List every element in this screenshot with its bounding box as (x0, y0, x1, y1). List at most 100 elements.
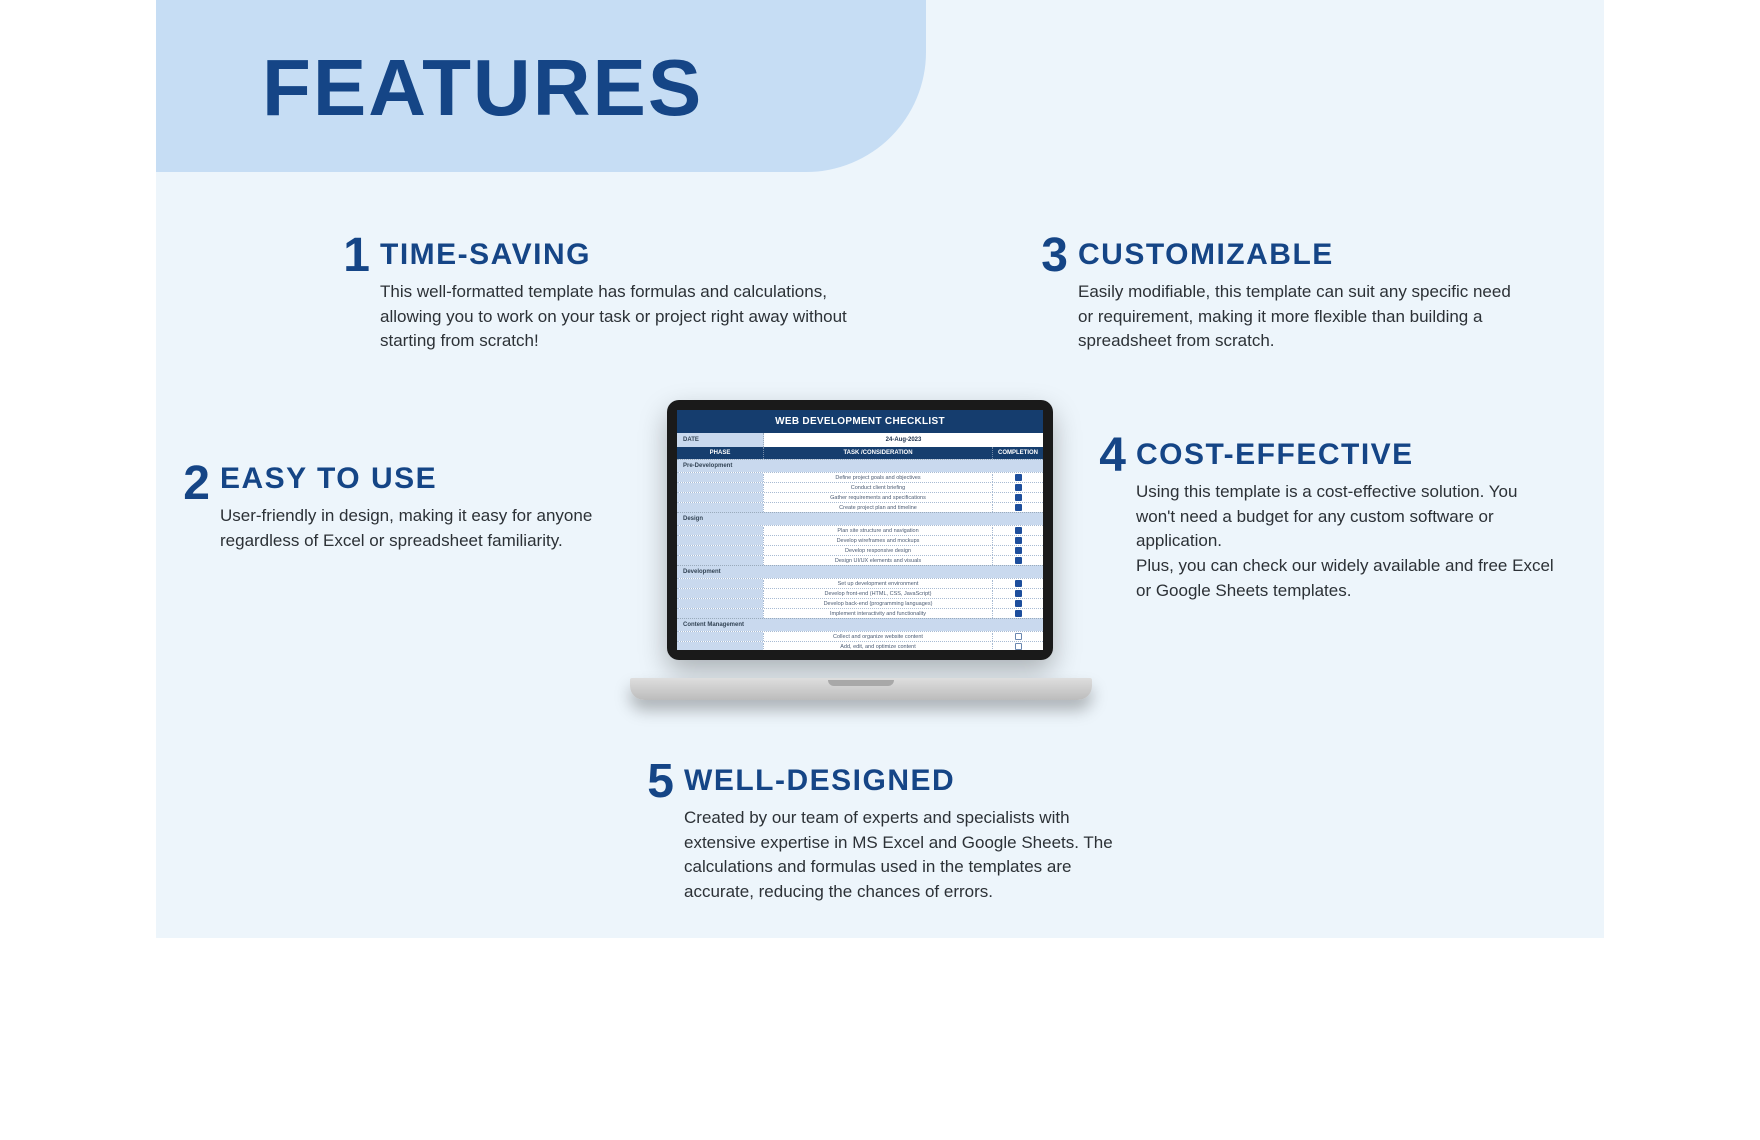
checkbox-icon (1015, 600, 1022, 607)
feature-description: User-friendly in design, making it easy … (220, 504, 620, 553)
feature-title: WELL-DESIGNED (684, 766, 1124, 796)
feature-time-saving: 1 TIME-SAVING This well-formatted templa… (330, 232, 862, 354)
feature-title: EASY TO USE (220, 464, 620, 494)
feature-description: Using this template is a cost-effective … (1136, 480, 1556, 603)
sheet-completion-cell (993, 504, 1043, 511)
sheet-task-cell: Develop responsive design (763, 547, 993, 555)
header-ribbon: FEATURES (156, 0, 926, 172)
sheet-phase-row: Design (677, 512, 1043, 525)
feature-number: 3 (1028, 232, 1068, 280)
sheet-task-row: Add, edit, and optimize content (677, 641, 1043, 650)
sheet-phase-spacer (677, 546, 763, 555)
sheet-completion-cell (993, 484, 1043, 491)
sheet-completion-cell (993, 600, 1043, 607)
laptop-mockup: WEB DEVELOPMENT CHECKLIST DATE 24-Aug-20… (630, 400, 1092, 700)
sheet-phase-row: Content Management (677, 618, 1043, 631)
sheet-task-cell: Collect and organize website content (763, 633, 993, 641)
sheet-phase-spacer (677, 599, 763, 608)
checkbox-icon (1015, 633, 1022, 640)
sheet-task-cell: Set up development environment (763, 580, 993, 588)
checkbox-icon (1015, 504, 1022, 511)
sheet-task-row: Design UI/UX elements and visuals (677, 555, 1043, 565)
sheet-task-cell: Design UI/UX elements and visuals (763, 557, 993, 565)
checkbox-icon (1015, 537, 1022, 544)
col-header-phase: PHASE (677, 447, 763, 459)
feature-number: 1 (330, 232, 370, 280)
sheet-completion-cell (993, 580, 1043, 587)
sheet-completion-cell (993, 547, 1043, 554)
spreadsheet-preview: WEB DEVELOPMENT CHECKLIST DATE 24-Aug-20… (677, 410, 1043, 650)
sheet-task-cell: Develop back-end (programming languages) (763, 600, 993, 608)
laptop-screen-frame: WEB DEVELOPMENT CHECKLIST DATE 24-Aug-20… (667, 400, 1053, 660)
feature-customizable: 3 CUSTOMIZABLE Easily modifiable, this t… (1028, 232, 1518, 354)
sheet-task-row: Set up development environment (677, 578, 1043, 588)
sheet-date-row: DATE 24-Aug-2023 (677, 433, 1043, 447)
sheet-task-cell: Define project goals and objectives (763, 474, 993, 482)
checkbox-icon (1015, 474, 1022, 481)
feature-number: 4 (1086, 432, 1126, 480)
sheet-completion-cell (993, 494, 1043, 501)
sheet-task-row: Collect and organize website content (677, 631, 1043, 641)
checkbox-icon (1015, 590, 1022, 597)
sheet-task-cell: Develop front-end (HTML, CSS, JavaScript… (763, 590, 993, 598)
sheet-phase-spacer (677, 589, 763, 598)
feature-number: 2 (170, 460, 210, 508)
sheet-completion-cell (993, 527, 1043, 534)
feature-title: COST-EFFECTIVE (1136, 440, 1556, 470)
feature-description: Easily modifiable, this template can sui… (1078, 280, 1518, 354)
laptop-notch (828, 680, 894, 686)
sheet-task-row: Plan site structure and navigation (677, 525, 1043, 535)
checkbox-icon (1015, 527, 1022, 534)
sheet-date-label: DATE (677, 433, 764, 447)
checkbox-icon (1015, 610, 1022, 617)
sheet-task-cell: Develop wireframes and mockups (763, 537, 993, 545)
sheet-task-row: Define project goals and objectives (677, 472, 1043, 482)
feature-cost-effective: 4 COST-EFFECTIVE Using this template is … (1086, 432, 1556, 603)
sheet-task-cell: Gather requirements and specifications (763, 494, 993, 502)
sheet-phase-spacer (677, 609, 763, 618)
checkbox-icon (1015, 580, 1022, 587)
feature-description: Created by our team of experts and speci… (684, 806, 1124, 905)
sheet-task-row: Create project plan and timeline (677, 502, 1043, 512)
sheet-task-row: Implement interactivity and functionalit… (677, 608, 1043, 618)
page-title: FEATURES (156, 0, 926, 134)
checkbox-icon (1015, 494, 1022, 501)
checkbox-icon (1015, 547, 1022, 554)
sheet-task-cell: Implement interactivity and functionalit… (763, 610, 993, 618)
sheet-phase-spacer (677, 473, 763, 482)
sheet-completion-cell (993, 590, 1043, 597)
sheet-task-row: Develop back-end (programming languages) (677, 598, 1043, 608)
sheet-task-row: Conduct client briefing (677, 482, 1043, 492)
sheet-phase-spacer (677, 493, 763, 502)
sheet-title: WEB DEVELOPMENT CHECKLIST (677, 410, 1043, 433)
feature-easy-to-use: 2 EASY TO USE User-friendly in design, m… (170, 460, 620, 553)
sheet-phase-spacer (677, 503, 763, 512)
sheet-task-cell: Plan site structure and navigation (763, 527, 993, 535)
sheet-completion-cell (993, 537, 1043, 544)
sheet-column-headers: PHASE TASK /CONSIDERATION COMPLETION (677, 447, 1043, 459)
feature-title: TIME-SAVING (380, 240, 862, 270)
sheet-task-cell: Create project plan and timeline (763, 504, 993, 512)
sheet-body: Pre-Development Define project goals and … (677, 459, 1043, 650)
sheet-phase-spacer (677, 483, 763, 492)
sheet-phase-spacer (677, 536, 763, 545)
checkbox-icon (1015, 484, 1022, 491)
sheet-phase-row: Pre-Development (677, 459, 1043, 472)
sheet-completion-cell (993, 557, 1043, 564)
sheet-task-row: Develop front-end (HTML, CSS, JavaScript… (677, 588, 1043, 598)
sheet-completion-cell (993, 633, 1043, 640)
checkbox-icon (1015, 557, 1022, 564)
sheet-phase-spacer (677, 632, 763, 641)
sheet-task-cell: Add, edit, and optimize content (763, 643, 993, 651)
sheet-phase-row: Development (677, 565, 1043, 578)
col-header-completion: COMPLETION (993, 447, 1043, 459)
sheet-phase-spacer (677, 526, 763, 535)
sheet-phase-spacer (677, 579, 763, 588)
checkbox-icon (1015, 643, 1022, 650)
sheet-task-cell: Conduct client briefing (763, 484, 993, 492)
feature-title: CUSTOMIZABLE (1078, 240, 1518, 270)
features-slide: FEATURES 1 TIME-SAVING This well-formatt… (156, 0, 1604, 938)
feature-well-designed: 5 WELL-DESIGNED Created by our team of e… (634, 758, 1124, 905)
sheet-phase-spacer (677, 556, 763, 565)
sheet-task-row: Develop responsive design (677, 545, 1043, 555)
